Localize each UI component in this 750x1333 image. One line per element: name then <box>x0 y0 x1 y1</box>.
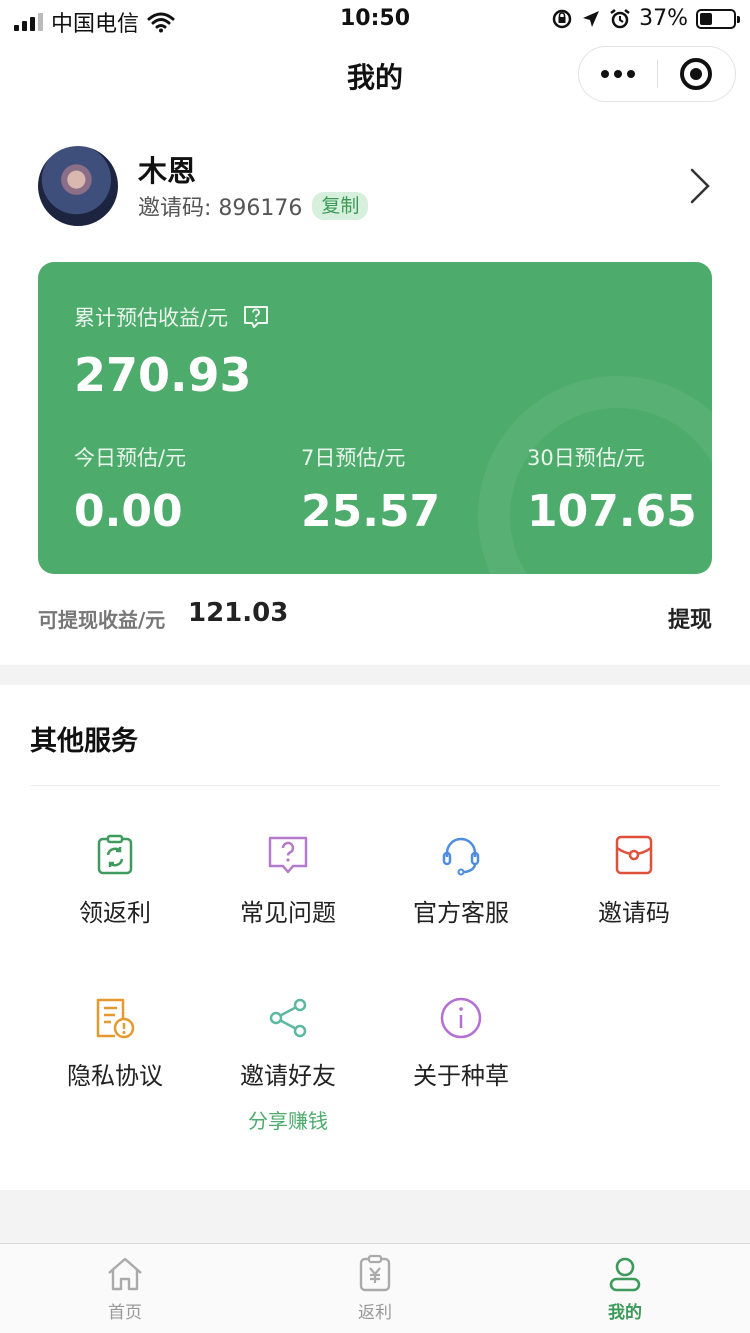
mini-program-capsule <box>578 46 736 102</box>
tab-label: 返利 <box>358 1303 392 1323</box>
more-dot-icon <box>626 70 635 78</box>
service-faq[interactable]: 常见问题 <box>201 833 375 928</box>
service-customer-support[interactable]: 官方客服 <box>374 833 548 928</box>
services-title: 其他服务 <box>30 726 138 757</box>
target-circle-icon <box>680 58 713 90</box>
service-label: 官方客服 <box>413 899 509 927</box>
rebate-tab-icon <box>359 1254 391 1292</box>
avatar[interactable] <box>38 146 118 226</box>
user-name: 木恩 <box>138 154 197 188</box>
battery-percent: 37% <box>639 6 688 31</box>
services-section: 其他服务 领返利 常见问题 官方客服 邀请码 隐私协议 邀请好友 分享赚钱 关于… <box>0 685 750 1190</box>
month-earnings-label: 30日预估/元 <box>527 446 645 470</box>
total-earnings-label-row: 累计预估收益/元 <box>74 302 270 332</box>
profile-section: 木恩 邀请码: 896176 复制 累计预估收益/元 270.93 今日预估/元… <box>0 110 750 665</box>
nav-bar: 我的 <box>0 40 750 110</box>
week-earnings: 7日预估/元 25.57 <box>301 442 440 537</box>
withdrawable-label: 可提现收益/元 <box>38 608 166 632</box>
tab-bar: 首页 返利 我的 <box>0 1243 750 1333</box>
location-icon <box>583 10 600 27</box>
month-earnings: 30日预估/元 107.65 <box>527 442 697 537</box>
help-icon[interactable] <box>242 304 270 330</box>
total-earnings-value: 270.93 <box>74 348 252 402</box>
more-menu-button[interactable] <box>579 47 657 101</box>
share-icon <box>269 998 307 1038</box>
services-divider <box>30 785 720 786</box>
week-earnings-value: 25.57 <box>301 486 441 537</box>
tab-home[interactable]: 首页 <box>0 1254 250 1323</box>
home-icon <box>108 1257 142 1291</box>
week-earnings-label: 7日预估/元 <box>301 446 406 470</box>
service-label: 邀请码 <box>598 899 670 927</box>
tab-label: 我的 <box>608 1303 642 1323</box>
more-dot-icon <box>600 70 609 78</box>
status-bar: 中国电信 10:50 37% <box>0 0 750 40</box>
today-earnings-label: 今日预估/元 <box>74 446 187 470</box>
close-mini-program-button[interactable] <box>658 47 736 101</box>
service-invite-code[interactable]: 邀请码 <box>547 833 721 928</box>
total-earnings-label: 累计预估收益/元 <box>74 306 229 330</box>
service-invite-friends[interactable]: 邀请好友 分享赚钱 <box>201 996 375 1134</box>
service-label: 领返利 <box>79 899 151 927</box>
rebate-icon <box>97 834 133 875</box>
profile-header[interactable]: 木恩 邀请码: 896176 复制 <box>38 146 718 226</box>
withdraw-button[interactable]: 提现 <box>668 602 712 634</box>
today-earnings: 今日预估/元 0.00 <box>74 442 186 537</box>
profile-page: 中国电信 10:50 37% 我的 木恩 邀请码: 896176 复制 累计预估… <box>0 0 750 1333</box>
earnings-card: 累计预估收益/元 270.93 今日预估/元 0.00 7日预估/元 25.57… <box>38 262 712 574</box>
withdrawable-value: 121.03 <box>188 598 289 628</box>
orientation-lock-icon <box>552 9 572 28</box>
red-envelope-icon <box>615 835 653 875</box>
more-dot-icon <box>613 70 622 78</box>
withdraw-row: 可提现收益/元 121.03 提现 <box>38 598 712 638</box>
profile-icon <box>609 1257 641 1292</box>
headset-icon <box>442 837 480 876</box>
today-earnings-value: 0.00 <box>74 486 183 537</box>
info-icon <box>440 997 482 1039</box>
month-earnings-value: 107.65 <box>527 486 697 537</box>
service-label: 关于种草 <box>413 1062 509 1090</box>
tab-label: 首页 <box>108 1303 142 1323</box>
service-label: 常见问题 <box>240 899 336 927</box>
status-right: 37% <box>551 6 740 31</box>
service-rebate[interactable]: 领返利 <box>28 833 202 928</box>
privacy-doc-icon <box>96 998 135 1039</box>
chevron-right-icon[interactable] <box>678 164 718 208</box>
tab-rebate[interactable]: 返利 <box>250 1254 500 1323</box>
battery-icon <box>696 8 740 29</box>
alarm-icon <box>610 8 630 28</box>
service-label: 隐私协议 <box>67 1062 163 1090</box>
service-privacy[interactable]: 隐私协议 <box>28 996 202 1091</box>
faq-icon <box>268 836 308 874</box>
share-earn-sublabel: 分享赚钱 <box>248 1109 328 1133</box>
copy-invite-button[interactable]: 复制 <box>312 192 369 220</box>
invite-code-line: 邀请码: 896176 复制 <box>138 190 369 222</box>
service-about[interactable]: 关于种草 <box>374 996 548 1091</box>
tab-mine[interactable]: 我的 <box>500 1254 750 1323</box>
invite-code-text: 邀请码: 896176 <box>138 196 303 221</box>
service-label: 邀请好友 <box>240 1062 336 1090</box>
